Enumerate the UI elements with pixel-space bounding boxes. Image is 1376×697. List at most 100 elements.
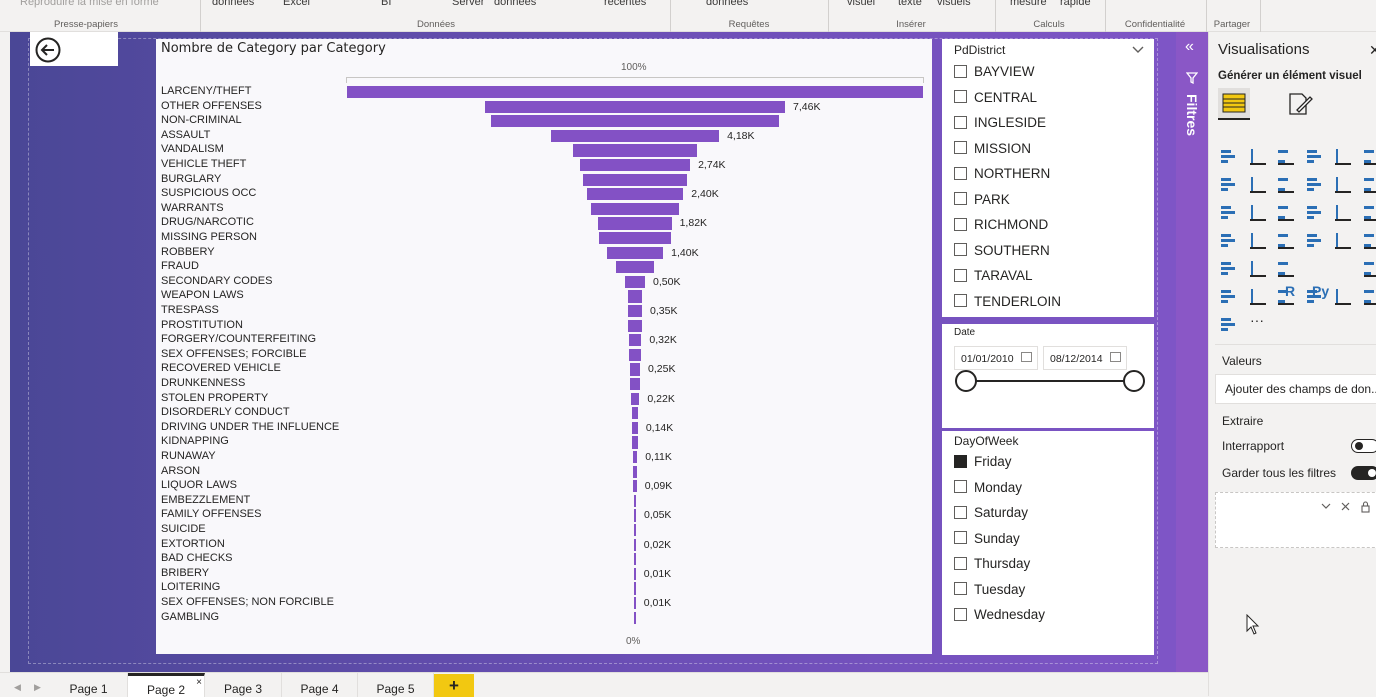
- funnel-bar[interactable]: [607, 247, 663, 259]
- more-visuals-button[interactable]: visuels: [937, 0, 971, 8]
- funnel-bar[interactable]: [591, 203, 679, 215]
- slicer-item[interactable]: SOUTHERN: [954, 243, 1050, 263]
- slicer-item[interactable]: MISSION: [954, 141, 1031, 161]
- slicer-item[interactable]: BAYVIEW: [954, 64, 1035, 84]
- slicer-item[interactable]: Friday: [954, 454, 1012, 474]
- stacked-column-chart-icon[interactable]: [1248, 146, 1268, 166]
- checkbox[interactable]: [954, 243, 967, 256]
- funnel-bar[interactable]: [634, 524, 636, 536]
- funnel-bar[interactable]: [583, 174, 686, 186]
- funnel-bar[interactable]: [599, 232, 671, 244]
- waterfall-chart-icon[interactable]: [1219, 202, 1239, 222]
- back-button[interactable]: [30, 32, 118, 66]
- slicer-item[interactable]: PARK: [954, 192, 1010, 212]
- add-page-button[interactable]: +: [434, 674, 474, 697]
- funnel-bar[interactable]: [632, 407, 638, 419]
- table-icon[interactable]: [1248, 258, 1268, 278]
- page-tab[interactable]: Page 3: [205, 673, 282, 697]
- funnel-bar[interactable]: [634, 539, 636, 551]
- clustered-bar-chart-icon[interactable]: [1276, 146, 1296, 166]
- transform-data-button[interactable]: données: [706, 0, 748, 8]
- slicer-item[interactable]: CENTRAL: [954, 90, 1037, 110]
- stacked-area-chart-icon[interactable]: [1276, 174, 1296, 194]
- line-clustered-column-icon[interactable]: [1333, 174, 1353, 194]
- calendar-icon[interactable]: [1110, 352, 1121, 362]
- checkbox[interactable]: [954, 557, 967, 570]
- text-box-button[interactable]: texte: [898, 0, 922, 8]
- funnel-bar[interactable]: [491, 115, 779, 127]
- funnel-bar[interactable]: [628, 305, 642, 317]
- format-visual-tab[interactable]: [1285, 90, 1313, 118]
- gauge-icon[interactable]: [1276, 230, 1296, 250]
- cross-report-toggle[interactable]: [1351, 439, 1376, 453]
- slicer-item[interactable]: TENDERLOIN: [954, 294, 1061, 314]
- funnel-bar[interactable]: [632, 422, 638, 434]
- 100-column-chart-icon[interactable]: [1362, 146, 1376, 166]
- funnel-bar[interactable]: [634, 612, 636, 624]
- slicer-icon[interactable]: [1219, 258, 1239, 278]
- funnel-bar[interactable]: [634, 568, 636, 580]
- checkbox[interactable]: [954, 116, 967, 129]
- power-apps-icon[interactable]: [1333, 286, 1353, 306]
- funnel-chart[interactable]: Nombre de Category par Category 100% LAR…: [156, 39, 932, 654]
- get-data-button[interactable]: données: [212, 0, 254, 8]
- kpi-icon[interactable]: [1362, 230, 1376, 250]
- expand-icon[interactable]: «: [1185, 38, 1194, 56]
- close-tab-icon[interactable]: ×: [196, 677, 202, 688]
- slicer-item[interactable]: Sunday: [954, 531, 1020, 551]
- end-date-handle[interactable]: [1123, 370, 1145, 392]
- treemap-icon[interactable]: [1362, 202, 1376, 222]
- clustered-column-chart-icon[interactable]: [1305, 146, 1325, 166]
- keep-filters-toggle[interactable]: [1351, 466, 1376, 480]
- start-date-handle[interactable]: [955, 370, 977, 392]
- new-visual-button[interactable]: visuel: [847, 0, 875, 8]
- 100-bar-chart-icon[interactable]: [1333, 146, 1353, 166]
- funnel-bar[interactable]: [485, 101, 785, 113]
- funnel-bar[interactable]: [616, 261, 655, 273]
- r-visual-icon[interactable]: R: [1285, 283, 1295, 299]
- funnel-bar[interactable]: [633, 480, 637, 492]
- page-tab[interactable]: Page 2×: [128, 673, 205, 697]
- funnel-bar[interactable]: [628, 290, 642, 302]
- funnel-bar[interactable]: [551, 130, 719, 142]
- new-measure-button[interactable]: mesure: [1010, 0, 1047, 8]
- power-automate-icon[interactable]: [1362, 286, 1376, 306]
- checkbox[interactable]: [954, 192, 967, 205]
- funnel-bar[interactable]: [634, 509, 636, 521]
- checkbox[interactable]: [954, 294, 967, 307]
- python-visual-icon[interactable]: Py: [1312, 283, 1329, 299]
- donut-chart-icon[interactable]: [1333, 202, 1353, 222]
- funnel-bar[interactable]: [631, 393, 640, 405]
- calendar-icon[interactable]: [1021, 352, 1032, 362]
- checkbox[interactable]: [954, 608, 967, 621]
- drillthrough-well[interactable]: [1215, 492, 1376, 548]
- funnel-bar[interactable]: [630, 363, 640, 375]
- checkbox[interactable]: [954, 582, 967, 595]
- page-tab[interactable]: Page 1: [50, 673, 128, 697]
- recent-sources-button[interactable]: récentes: [604, 0, 646, 8]
- slicer-item[interactable]: Tuesday: [954, 582, 1025, 602]
- sql-server-button[interactable]: Server: [452, 0, 484, 8]
- build-visual-tab[interactable]: [1218, 88, 1250, 120]
- checkbox[interactable]: [954, 141, 967, 154]
- funnel-bar[interactable]: [633, 466, 637, 478]
- funnel-bar[interactable]: [347, 86, 923, 98]
- well-controls-icon[interactable]: [1320, 501, 1376, 513]
- end-date-input[interactable]: 08/12/2014: [1043, 346, 1127, 370]
- quick-measure-button[interactable]: rapide: [1060, 0, 1091, 8]
- checkbox[interactable]: [954, 480, 967, 493]
- funnel-bar[interactable]: [633, 451, 637, 463]
- checkbox[interactable]: [954, 506, 967, 519]
- funnel-bar[interactable]: [630, 378, 639, 390]
- area-chart-icon[interactable]: [1248, 174, 1268, 194]
- next-page-icon[interactable]: ▶: [34, 682, 41, 693]
- format-painter-button[interactable]: Reproduire la mise en forme: [20, 0, 159, 8]
- funnel-bar[interactable]: [634, 597, 636, 609]
- line-column-chart-icon[interactable]: [1305, 174, 1325, 194]
- more-visuals-icon[interactable]: ···: [1250, 312, 1264, 328]
- pie-chart-icon[interactable]: [1305, 202, 1325, 222]
- decomposition-tree-icon[interactable]: [1219, 286, 1239, 306]
- checkbox[interactable]: [954, 90, 967, 103]
- checkbox[interactable]: [954, 65, 967, 78]
- arcgis-icon[interactable]: [1219, 314, 1239, 334]
